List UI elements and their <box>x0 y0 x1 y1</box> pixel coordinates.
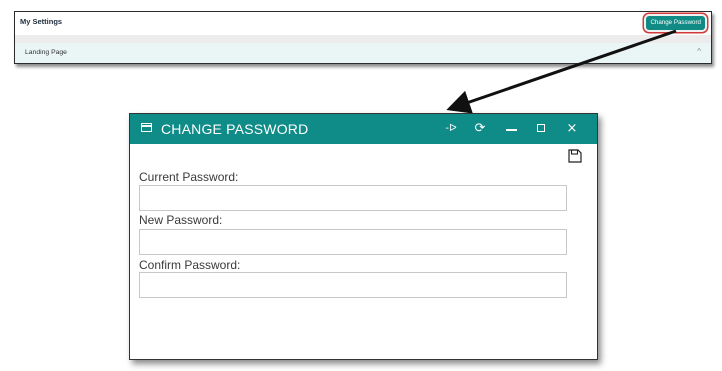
dialog-title: CHANGE PASSWORD <box>161 121 309 137</box>
dialog-titlebar[interactable]: CHANGE PASSWORD -ᐅ ⟳ × <box>130 114 597 144</box>
close-icon[interactable]: × <box>563 120 581 138</box>
confirm-password-label: Confirm Password: <box>139 258 241 272</box>
new-password-label: New Password: <box>139 213 223 227</box>
pin-icon[interactable]: -ᐅ <box>442 120 460 138</box>
current-password-label: Current Password: <box>139 170 239 184</box>
new-password-field[interactable] <box>139 229 567 255</box>
maximize-icon[interactable] <box>533 120 551 138</box>
change-password-dialog: CHANGE PASSWORD -ᐅ ⟳ × Current Password:… <box>129 113 598 360</box>
confirm-password-field[interactable] <box>139 272 567 298</box>
arrow-line <box>446 29 677 114</box>
minimize-icon[interactable] <box>503 120 521 138</box>
window-icon <box>141 123 152 132</box>
save-icon[interactable] <box>568 149 582 163</box>
current-password-field[interactable] <box>139 185 567 211</box>
refresh-icon[interactable]: ⟳ <box>471 120 489 138</box>
